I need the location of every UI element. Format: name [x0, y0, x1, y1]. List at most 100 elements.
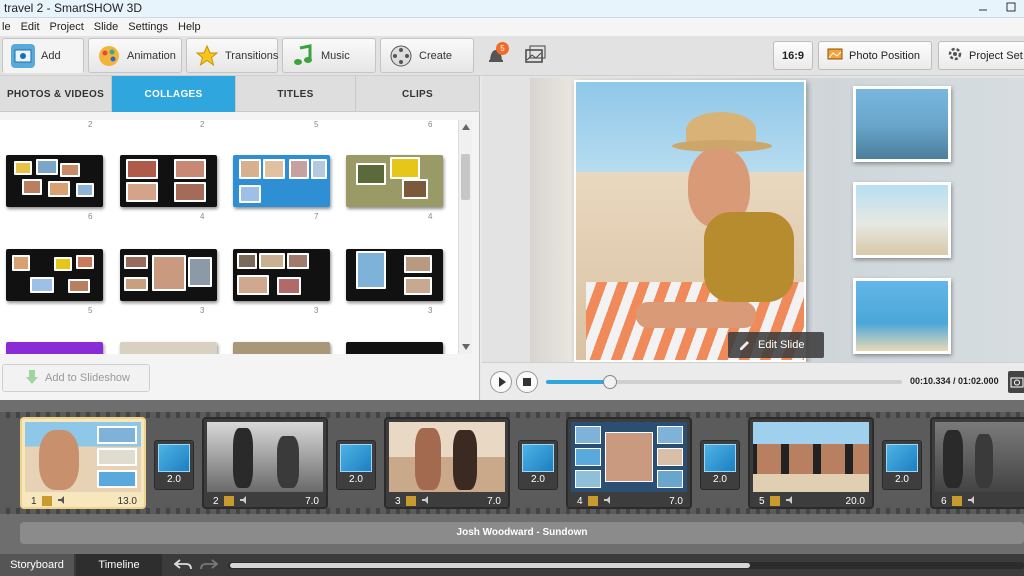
- edit-slide-button[interactable]: Edit Slide: [728, 332, 824, 358]
- tab-transitions[interactable]: Transitions: [186, 38, 278, 73]
- sound-icon[interactable]: [967, 495, 977, 508]
- seek-handle[interactable]: [603, 375, 618, 389]
- preview-canvas[interactable]: Edit Slide: [530, 78, 1024, 362]
- tab-create[interactable]: Create: [380, 38, 474, 73]
- storyboard-slide[interactable]: 2 7.0: [202, 417, 328, 509]
- storyboard-slide[interactable]: 1 13.0: [20, 417, 146, 509]
- transition-block[interactable]: 2.0: [336, 440, 376, 490]
- collage-count: 3: [314, 306, 319, 315]
- tab-titles[interactable]: TITLES: [236, 76, 356, 112]
- storyboard-slide[interactable]: 6: [930, 417, 1024, 509]
- slide-number: 4: [577, 495, 583, 507]
- animation-palette-icon: [97, 44, 121, 68]
- scrollbar-thumb[interactable]: [461, 154, 470, 200]
- scrollbar-thumb[interactable]: [230, 563, 750, 568]
- sound-icon[interactable]: [239, 495, 249, 508]
- tab-photos-videos[interactable]: PHOTOS & VIDEOS: [0, 76, 112, 112]
- slide-preview-button[interactable]: [523, 44, 547, 66]
- seek-bar[interactable]: [546, 375, 902, 389]
- minimize-icon[interactable]: [976, 0, 990, 14]
- tab-music[interactable]: Music: [282, 38, 376, 73]
- slide-thumbnail: [753, 422, 869, 492]
- edit-slide-label: Edit Slide: [758, 339, 805, 351]
- slide-number: 1: [31, 495, 37, 507]
- music-note-icon: [291, 43, 315, 68]
- edit-pencil-icon[interactable]: [41, 496, 52, 506]
- gear-icon: [947, 46, 963, 65]
- main-toolbar: Add Animation Transitions Music Create 5…: [0, 36, 1024, 76]
- collage-thumbnail[interactable]: [233, 249, 330, 301]
- collage-thumbnail[interactable]: [233, 155, 330, 207]
- edit-pencil-icon[interactable]: [223, 496, 234, 506]
- collage-count: 2: [200, 120, 205, 129]
- collage-thumbnail[interactable]: [346, 249, 443, 301]
- storyboard-slide[interactable]: 5 20.0: [748, 417, 874, 509]
- collage-thumbnail[interactable]: [120, 342, 217, 354]
- tab-add[interactable]: Add: [2, 38, 84, 73]
- menu-help[interactable]: Help: [178, 21, 201, 33]
- music-track[interactable]: Josh Woodward - Sundown: [20, 522, 1024, 544]
- collage-count: 4: [200, 212, 205, 221]
- collage-thumbnail[interactable]: [6, 342, 103, 354]
- sound-icon[interactable]: [603, 495, 613, 508]
- menu-settings[interactable]: Settings: [128, 21, 168, 33]
- menu-file[interactable]: le: [2, 21, 11, 33]
- menu-edit[interactable]: Edit: [21, 21, 40, 33]
- redo-icon[interactable]: [200, 558, 219, 575]
- edit-pencil-icon[interactable]: [769, 496, 780, 506]
- slide-duration: 7.0: [305, 495, 319, 507]
- scroll-up-icon[interactable]: [461, 122, 471, 134]
- aspect-ratio-label: 16:9: [781, 49, 805, 62]
- project-settings-button[interactable]: Project Set: [938, 41, 1024, 70]
- tab-animation[interactable]: Animation: [88, 38, 182, 73]
- edit-pencil-icon[interactable]: [951, 496, 962, 506]
- edit-pencil-icon[interactable]: [587, 496, 598, 506]
- tab-animation-label: Animation: [127, 49, 176, 62]
- collage-thumbnail[interactable]: [6, 249, 103, 301]
- sound-icon[interactable]: [421, 495, 431, 508]
- collage-count: 6: [88, 212, 93, 221]
- maximize-icon[interactable]: [1004, 0, 1018, 14]
- pencil-icon: [738, 338, 750, 353]
- edit-pencil-icon[interactable]: [405, 496, 416, 506]
- menu-slide[interactable]: Slide: [94, 21, 118, 33]
- tab-storyboard[interactable]: Storyboard: [0, 554, 74, 576]
- transition-thumbnail: [704, 444, 736, 472]
- app-window: travel 2 - SmartSHOW 3D le Edit Project …: [0, 0, 1024, 576]
- collage-thumbnail[interactable]: [120, 249, 217, 301]
- storyboard-slide[interactable]: 3 7.0: [384, 417, 510, 509]
- menu-project[interactable]: Project: [50, 21, 84, 33]
- aspect-ratio-button[interactable]: 16:9: [773, 41, 813, 70]
- collage-thumbnail[interactable]: [6, 155, 103, 207]
- transition-block[interactable]: 2.0: [518, 440, 558, 490]
- horizontal-scrollbar[interactable]: [228, 562, 1024, 569]
- transition-duration: 2.0: [895, 474, 909, 485]
- undo-icon[interactable]: [173, 558, 192, 575]
- transition-block[interactable]: 2.0: [154, 440, 194, 490]
- gallery-scrollbar[interactable]: [458, 120, 472, 354]
- tab-clips[interactable]: CLIPS: [356, 76, 480, 112]
- photo-position-button[interactable]: Photo Position: [818, 41, 932, 70]
- sound-icon[interactable]: [785, 495, 795, 508]
- add-to-slideshow-button[interactable]: Add to Slideshow: [2, 364, 150, 392]
- scroll-down-icon[interactable]: [461, 342, 471, 354]
- transition-block[interactable]: 2.0: [700, 440, 740, 490]
- collage-thumbnail[interactable]: [233, 342, 330, 354]
- tab-collages[interactable]: COLLAGES: [112, 76, 236, 112]
- sound-icon[interactable]: [57, 495, 67, 508]
- slide-number: 2: [213, 495, 219, 507]
- notification-badge: 5: [496, 42, 509, 55]
- playback-time: 00:10.334 / 01:02.000: [910, 376, 999, 386]
- stop-button[interactable]: [516, 371, 538, 393]
- play-button[interactable]: [490, 371, 512, 393]
- library-panel: PHOTOS & VIDEOS COLLAGES TITLES CLIPS 2 …: [0, 76, 480, 400]
- collage-photo: [853, 86, 951, 162]
- tab-timeline[interactable]: Timeline: [76, 554, 162, 576]
- collage-thumbnail[interactable]: [346, 342, 443, 354]
- collage-thumbnail[interactable]: [120, 155, 217, 207]
- notifications-button[interactable]: 5: [487, 42, 509, 68]
- storyboard-slide[interactable]: 4 7.0: [566, 417, 692, 509]
- collage-thumbnail[interactable]: [346, 155, 443, 207]
- transition-block[interactable]: 2.0: [882, 440, 922, 490]
- snapshot-button[interactable]: [1008, 371, 1024, 393]
